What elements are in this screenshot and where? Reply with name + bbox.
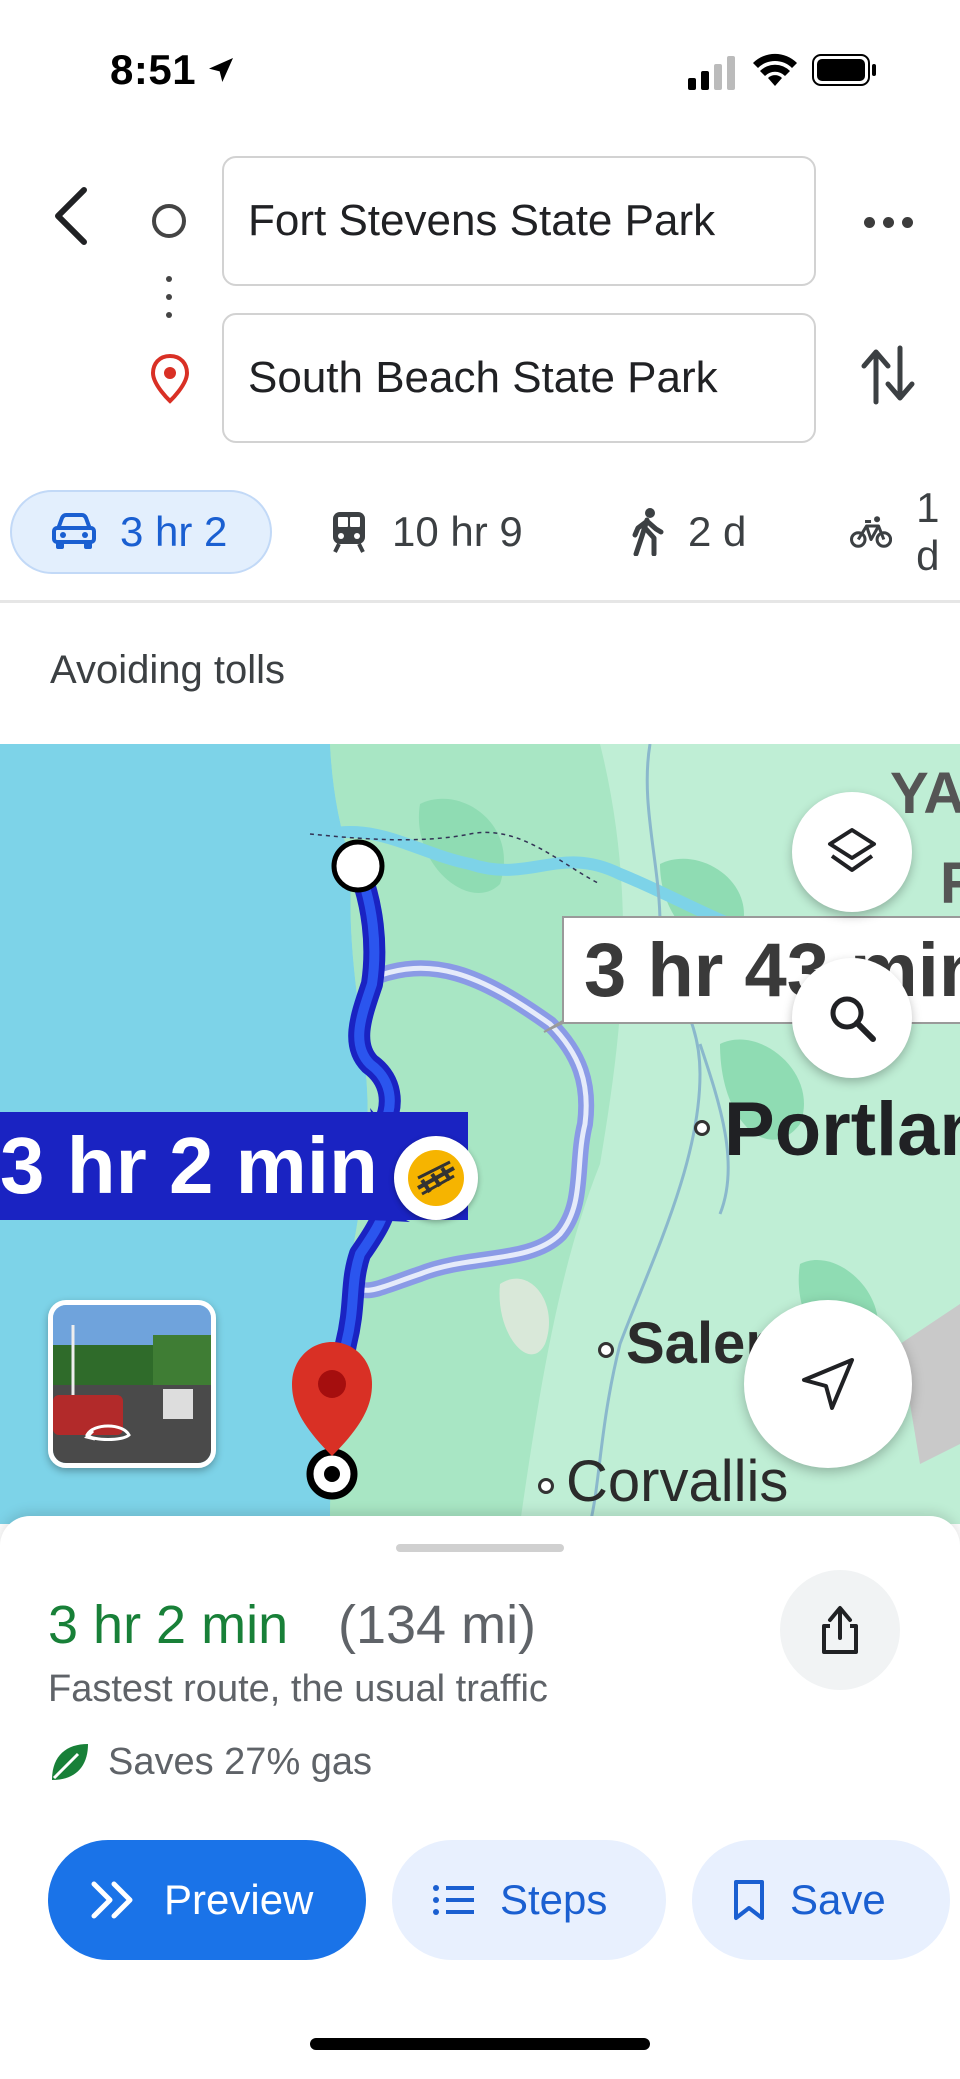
wifi-icon — [753, 53, 797, 86]
search-along-route-button[interactable] — [792, 958, 912, 1078]
home-indicator[interactable] — [310, 2038, 650, 2050]
route-dots-icon — [166, 276, 174, 330]
destination-field[interactable]: South Beach State Park — [222, 313, 816, 443]
back-icon — [55, 187, 87, 245]
share-button[interactable] — [780, 1570, 900, 1690]
travel-mode-tabs: 3 hr 2 10 hr 9 2 d 1 d — [0, 484, 960, 580]
preview-button[interactable]: Preview — [48, 1840, 366, 1960]
start-navigation-button[interactable] — [744, 1300, 912, 1468]
route-details-sheet: 3 hr 2 min (134 mi) Fastest route, the u… — [0, 1516, 960, 2079]
route-duration: 3 hr 2 min — [48, 1595, 289, 1655]
eco-savings-row: Saves 27% gas — [48, 1740, 372, 1784]
route-options-note: Avoiding tolls — [50, 648, 285, 692]
main-route-time: 3 hr 2 min — [0, 1121, 378, 1210]
steps-button[interactable]: Steps — [392, 1840, 666, 1960]
eco-leaf-icon — [52, 1744, 88, 1780]
divider — [0, 600, 960, 603]
steps-label: Steps — [500, 1876, 608, 1923]
walk-icon — [632, 508, 664, 556]
map-view[interactable]: YA R 3 hr 43 min 3 hr 2 min Portland Sal… — [0, 744, 960, 1524]
double-chevron-icon — [91, 1881, 133, 1919]
mode-tab-cycling[interactable]: 1 d — [850, 484, 960, 579]
map-label-corvallis: Corvallis — [566, 1449, 789, 1514]
corvallis-dot — [538, 1478, 554, 1494]
search-icon — [830, 996, 876, 1042]
mode-tab-driving[interactable]: 3 hr 2 — [10, 490, 272, 574]
street-view-thumbnail[interactable] — [48, 1300, 216, 1468]
layers-button[interactable] — [792, 792, 912, 912]
navigation-arrow-icon — [802, 1358, 854, 1410]
battery-icon — [812, 54, 876, 86]
route-distance: (134 mi) — [338, 1595, 537, 1655]
more-icon[interactable] — [856, 200, 920, 244]
swap-icon[interactable] — [860, 344, 916, 406]
status-bar: 8:51 — [0, 0, 960, 140]
bike-icon — [850, 516, 893, 548]
salem-dot — [598, 1342, 614, 1358]
status-time: 8:51 — [110, 46, 197, 93]
origin-field[interactable]: Fort Stevens State Park — [222, 156, 816, 286]
sheet-drag-handle[interactable] — [396, 1544, 564, 1552]
train-icon — [333, 512, 365, 553]
back-button[interactable] — [40, 180, 100, 252]
mode-tab-walking[interactable]: 2 d — [630, 490, 746, 574]
map-label-portland: Portland — [724, 1087, 960, 1172]
route-description: Fastest route, the usual traffic — [48, 1668, 548, 1710]
destination-pin-icon — [150, 354, 190, 404]
bookmark-icon — [734, 1880, 764, 1920]
street-view-image — [53, 1305, 211, 1463]
cell-signal-icon — [688, 56, 735, 90]
preview-label: Preview — [164, 1876, 314, 1923]
eco-savings-text: Saves 27% gas — [108, 1740, 373, 1783]
save-label: Save — [790, 1876, 886, 1923]
layers-icon — [828, 828, 876, 872]
list-icon — [433, 1885, 474, 1915]
portland-dot — [694, 1120, 710, 1136]
mode-label-transit: 10 hr 9 — [392, 508, 523, 555]
mode-label-driving: 3 hr 2 — [120, 508, 228, 555]
share-icon — [822, 1606, 858, 1654]
map-label-region2: R — [940, 850, 960, 917]
mode-label-cycling: 1 d — [916, 484, 940, 579]
mode-label-walking: 2 d — [688, 508, 747, 555]
car-icon — [52, 513, 96, 549]
mode-tab-transit[interactable]: 10 hr 9 — [330, 490, 523, 574]
save-button[interactable]: Save — [692, 1840, 950, 1960]
railroad-crossing-icon[interactable] — [394, 1136, 478, 1220]
location-arrow-icon — [209, 58, 233, 82]
origin-circle-icon — [152, 204, 186, 238]
